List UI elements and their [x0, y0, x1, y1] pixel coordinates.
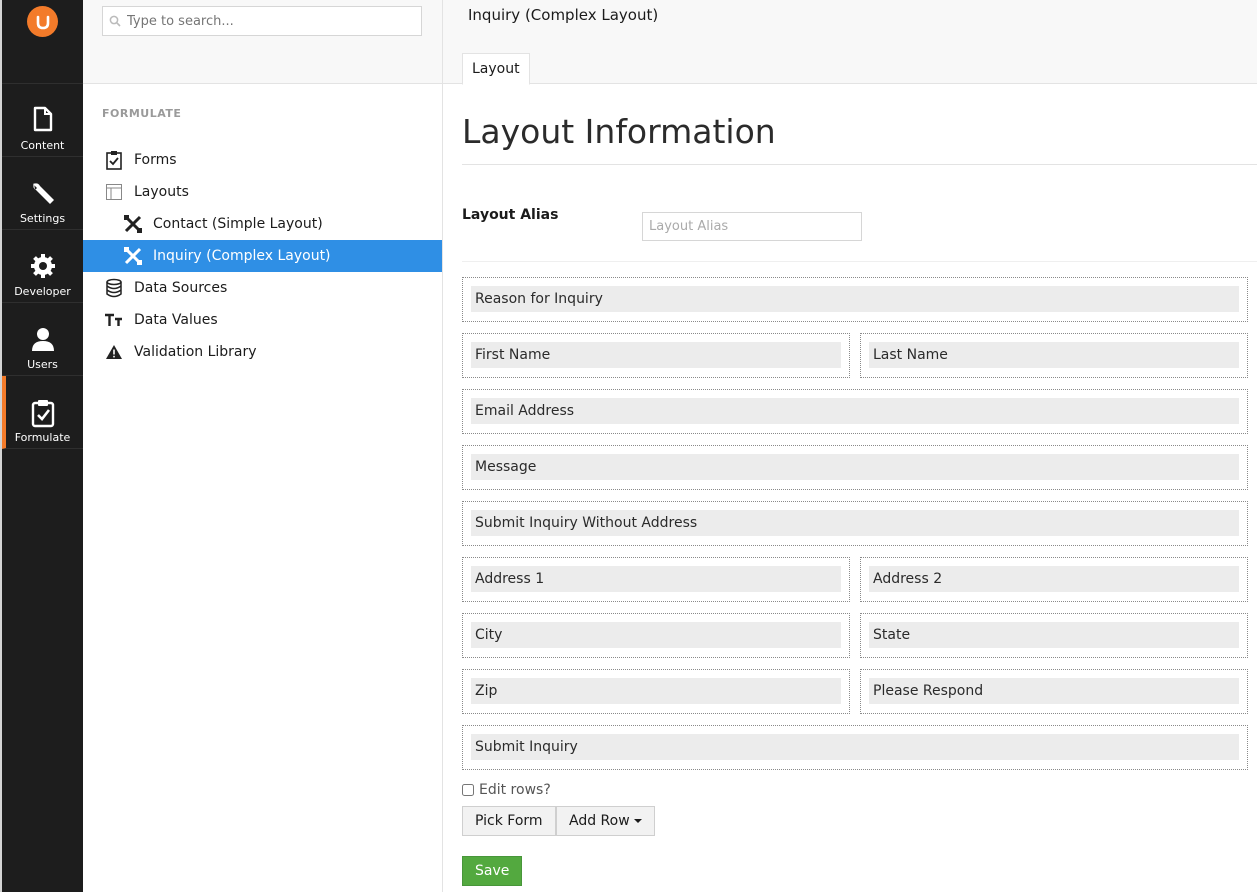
- caret-down-icon: [633, 819, 642, 823]
- section-formulate[interactable]: Formulate: [2, 376, 83, 449]
- layout-row: First Name Last Name: [462, 333, 1248, 378]
- edit-rows-label: Edit rows?: [479, 782, 551, 798]
- layout-field[interactable]: Message: [471, 454, 1239, 480]
- tree-item-data-sources[interactable]: Data Sources: [83, 272, 442, 304]
- layout-row: Address 1 Address 2: [462, 557, 1248, 602]
- layout-cell: Please Respond: [860, 669, 1248, 714]
- search-icon: [109, 12, 121, 31]
- tree-item-label: Data Sources: [134, 280, 228, 296]
- umbraco-logo-icon[interactable]: [27, 6, 58, 37]
- layout-field[interactable]: Address 2: [869, 566, 1239, 592]
- editor-panel: Inquiry (Complex Layout) Layout Layout I…: [443, 0, 1257, 892]
- pick-form-button[interactable]: Pick Form: [462, 806, 556, 836]
- clipboard-check-icon: [2, 398, 83, 428]
- layout-row: Message: [462, 445, 1248, 490]
- tree-item-label: Validation Library: [134, 344, 257, 360]
- document-name[interactable]: Inquiry (Complex Layout): [468, 6, 658, 24]
- add-row-label: Add Row: [569, 813, 630, 829]
- layout-field[interactable]: Zip: [471, 678, 841, 704]
- edit-rows-toggle[interactable]: Edit rows?: [462, 782, 551, 798]
- section-label: Content: [20, 139, 65, 152]
- section-users[interactable]: Users: [2, 303, 83, 376]
- layout-row: Email Address: [462, 389, 1248, 434]
- layout-cell: Submit Inquiry: [462, 725, 1248, 770]
- layout-cell: State: [860, 613, 1248, 658]
- layout-row: Zip Please Respond: [462, 669, 1248, 714]
- search-box[interactable]: [102, 6, 422, 36]
- document-icon: [2, 106, 83, 134]
- layout-cell: Submit Inquiry Without Address: [462, 501, 1248, 546]
- layout-icon: [103, 182, 125, 202]
- tree-item-label: Inquiry (Complex Layout): [153, 248, 331, 264]
- layout-cell: First Name: [462, 333, 850, 378]
- tree-item-label: Contact (Simple Layout): [153, 216, 323, 232]
- layout-tools-icon: [122, 246, 144, 266]
- section-label: Formulate: [14, 431, 71, 444]
- layout-field[interactable]: Last Name: [869, 342, 1239, 368]
- layout-alias-input[interactable]: [642, 212, 862, 241]
- layout-row: Reason for Inquiry: [462, 277, 1248, 322]
- section-content[interactable]: Content: [2, 84, 83, 157]
- tree-item-layouts[interactable]: Layouts: [83, 176, 442, 208]
- section-developer[interactable]: Developer: [2, 230, 83, 303]
- clipboard-icon: [103, 150, 125, 170]
- layout-field[interactable]: Submit Inquiry: [471, 734, 1239, 760]
- add-row-button[interactable]: Add Row: [556, 806, 655, 836]
- section-label: Settings: [19, 212, 66, 225]
- tree-item-validation-library[interactable]: Validation Library: [83, 336, 442, 368]
- section-label: Developer: [14, 285, 71, 298]
- layout-cell: Address 2: [860, 557, 1248, 602]
- layout-cell: Message: [462, 445, 1248, 490]
- layout-field[interactable]: City: [471, 622, 841, 648]
- save-button[interactable]: Save: [462, 856, 523, 886]
- layout-row: Submit Inquiry: [462, 725, 1248, 770]
- layout-cell: Last Name: [860, 333, 1248, 378]
- search-input[interactable]: [127, 13, 407, 29]
- layout-field[interactable]: Reason for Inquiry: [471, 286, 1239, 312]
- gear-icon: [2, 252, 83, 280]
- layout-field[interactable]: Submit Inquiry Without Address: [471, 510, 1239, 536]
- divider: [462, 261, 1257, 262]
- wrench-icon: [2, 179, 83, 207]
- layout-alias-label: Layout Alias: [462, 207, 559, 223]
- warning-icon: [103, 342, 125, 362]
- tree-item-label: Layouts: [134, 184, 189, 200]
- tree-item-forms[interactable]: Forms: [83, 144, 442, 176]
- layout-cell: Address 1: [462, 557, 850, 602]
- tree-heading: FORMULATE: [102, 107, 182, 120]
- tree-item-label: Data Values: [134, 312, 218, 328]
- section-settings[interactable]: Settings: [2, 157, 83, 230]
- tab-layout[interactable]: Layout: [462, 53, 530, 85]
- section-label: Users: [27, 358, 58, 371]
- layout-field[interactable]: Email Address: [471, 398, 1239, 424]
- layout-cell: Reason for Inquiry: [462, 277, 1248, 322]
- layout-field[interactable]: Address 1: [471, 566, 841, 592]
- tree-item-contact-layout[interactable]: Contact (Simple Layout): [83, 208, 442, 240]
- layout-row: City State: [462, 613, 1248, 658]
- database-icon: [103, 278, 125, 298]
- tree-item-data-values[interactable]: Data Values: [83, 304, 442, 336]
- user-icon: [2, 325, 83, 353]
- tree-item-inquiry-layout[interactable]: Inquiry (Complex Layout): [83, 240, 442, 272]
- page-title: Layout Information: [462, 112, 776, 151]
- app-sidebar: Content Settings Developer Users Formula…: [0, 0, 83, 892]
- layout-field[interactable]: Please Respond: [869, 678, 1239, 704]
- layout-tools-icon: [122, 214, 144, 234]
- edit-rows-checkbox[interactable]: [462, 784, 474, 796]
- text-size-icon: [103, 310, 125, 330]
- layout-cell: Zip: [462, 669, 850, 714]
- layout-cell: Email Address: [462, 389, 1248, 434]
- tree-item-label: Forms: [134, 152, 177, 168]
- tree-panel: FORMULATE Forms Layouts Contact (Simple …: [83, 0, 443, 892]
- layout-field[interactable]: State: [869, 622, 1239, 648]
- divider: [462, 164, 1257, 165]
- layout-cell: City: [462, 613, 850, 658]
- layout-field[interactable]: First Name: [471, 342, 841, 368]
- layout-row: Submit Inquiry Without Address: [462, 501, 1248, 546]
